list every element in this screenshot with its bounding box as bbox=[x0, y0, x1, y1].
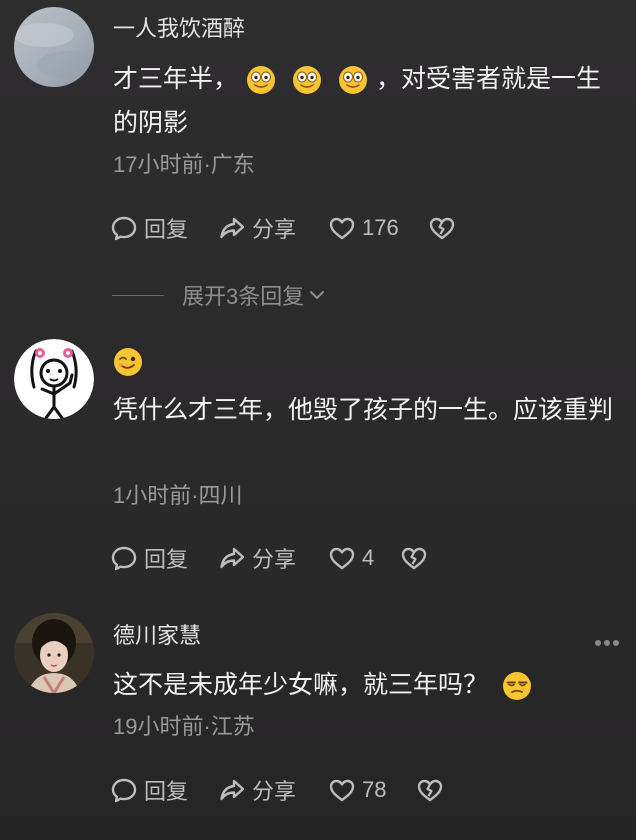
comment-text-part: 这不是未成年少女嘛，就三年吗？ bbox=[113, 671, 489, 699]
share-button[interactable]: 分享 bbox=[218, 212, 328, 244]
comment-text: 才三年半， ，对受害者就是一生的阴影 bbox=[113, 57, 623, 145]
comment-meta: 1小时前·四川 bbox=[113, 483, 243, 508]
reply-label: 回复 bbox=[144, 217, 189, 242]
reply-icon bbox=[111, 546, 137, 571]
reply-button[interactable]: 回复 bbox=[110, 212, 218, 244]
dislike-button[interactable] bbox=[416, 776, 444, 804]
expand-replies-label: 展开3条回复 bbox=[182, 284, 305, 309]
more-options-icon[interactable] bbox=[594, 638, 620, 648]
comment-meta: 19小时前·江苏 bbox=[113, 714, 255, 739]
share-button[interactable]: 分享 bbox=[218, 542, 328, 574]
like-count: 176 bbox=[362, 215, 399, 240]
like-button[interactable]: 4 bbox=[328, 544, 400, 572]
reply-label: 回复 bbox=[144, 779, 189, 804]
username[interactable]: 德川家慧 bbox=[113, 623, 201, 649]
reply-label: 回复 bbox=[144, 547, 189, 572]
heart-icon bbox=[329, 217, 355, 240]
comment-text: 这不是未成年少女嘛，就三年吗？ bbox=[113, 663, 623, 707]
like-button[interactable]: 78 bbox=[328, 776, 416, 804]
chevron-down-icon bbox=[310, 291, 325, 299]
grin-emoji-icon bbox=[338, 65, 368, 95]
share-icon bbox=[220, 779, 245, 801]
grin-emoji-icon bbox=[246, 65, 276, 95]
share-button[interactable]: 分享 bbox=[218, 774, 328, 806]
avatar[interactable] bbox=[14, 339, 94, 419]
comment-actions: 回复 分享 176 bbox=[110, 213, 456, 243]
expand-replies-button[interactable]: 展开3条回复 bbox=[112, 279, 328, 311]
reply-button[interactable]: 回复 bbox=[110, 542, 218, 574]
heart-icon bbox=[329, 547, 355, 570]
comment-meta: 17小时前·广东 bbox=[113, 152, 255, 177]
reply-icon bbox=[111, 778, 137, 803]
dislike-button[interactable] bbox=[428, 214, 456, 242]
comment-text-part: 才三年半， bbox=[113, 65, 239, 93]
share-label: 分享 bbox=[252, 779, 297, 804]
like-button[interactable]: 176 bbox=[328, 214, 428, 242]
grin-emoji-icon bbox=[292, 65, 322, 95]
dislike-button[interactable] bbox=[400, 544, 428, 572]
divider-line bbox=[112, 294, 164, 296]
avatar[interactable] bbox=[14, 7, 94, 87]
heart-icon bbox=[329, 779, 355, 802]
comment-actions: 回复 分享 4 bbox=[110, 543, 428, 573]
avatar[interactable] bbox=[14, 613, 94, 693]
broken-heart-icon bbox=[429, 217, 455, 240]
broken-heart-icon bbox=[401, 547, 427, 570]
broken-heart-icon bbox=[417, 779, 443, 802]
share-icon bbox=[220, 547, 245, 569]
like-count: 78 bbox=[362, 777, 387, 802]
comment-text: 凭什么才三年，他毁了孩子的一生。应该重判 bbox=[113, 396, 614, 424]
username[interactable]: 一人我饮酒醉 bbox=[113, 16, 245, 42]
like-count: 4 bbox=[362, 545, 375, 570]
share-icon bbox=[220, 217, 245, 239]
share-label: 分享 bbox=[252, 217, 297, 242]
reply-button[interactable]: 回复 bbox=[110, 774, 218, 806]
smug-emoji-icon bbox=[502, 671, 532, 701]
wink-emoji-icon bbox=[113, 347, 142, 376]
reply-icon bbox=[111, 216, 137, 241]
share-label: 分享 bbox=[252, 547, 297, 572]
comment-actions: 回复 分享 78 bbox=[110, 775, 444, 805]
